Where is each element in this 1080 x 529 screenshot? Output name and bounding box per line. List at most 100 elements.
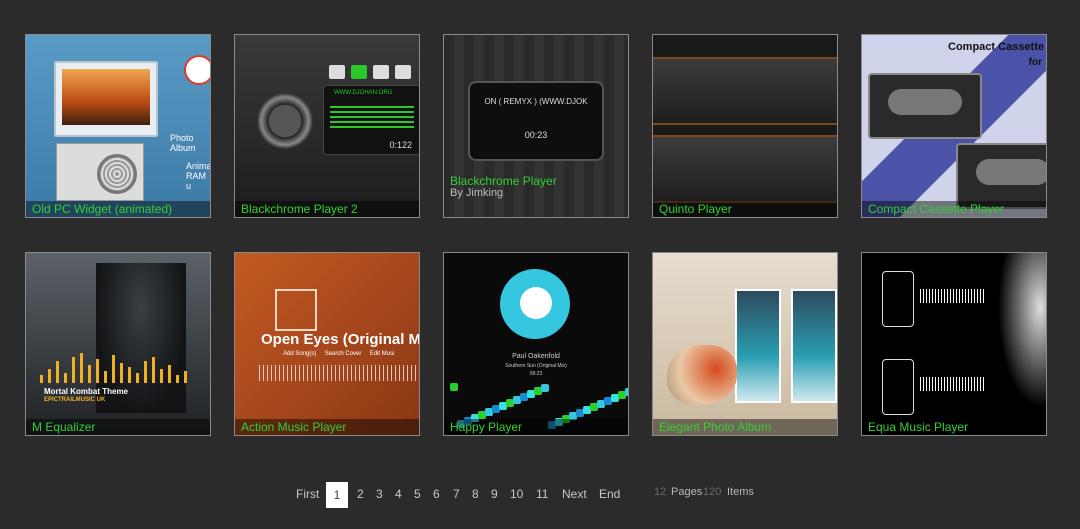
tile-heading: Compact Cassette <box>948 41 1044 53</box>
tile-label: Blackchrome Player 2 <box>235 201 419 217</box>
pagination: First 1 2 3 4 5 6 7 8 9 10 11 Next End 1… <box>0 482 1080 508</box>
player-controls <box>329 65 417 84</box>
cassette-image <box>868 73 982 139</box>
phone-icon <box>882 271 914 327</box>
page-count: 12 <box>654 486 667 498</box>
end-page-link[interactable]: End <box>599 487 620 501</box>
side-text: Animat <box>186 161 210 171</box>
player-display: ON ( REMYX ) (WWW.DJOK 00:23 <box>468 81 604 161</box>
tile-heading: for <box>1028 57 1042 68</box>
eye-icon <box>184 55 210 85</box>
tile-label: Equa Music Player <box>862 419 1046 435</box>
pages-label: Pages <box>671 486 703 498</box>
equalizer-bar <box>56 361 59 383</box>
next-page-link[interactable]: Next <box>562 487 587 501</box>
equalizer-bar <box>152 357 155 383</box>
action-links: Add Song(s) Search Cover Edit Musi <box>283 351 394 357</box>
tile-happy-player[interactable]: Paul Oakenfold Southern Sun (Original Mi… <box>443 252 629 436</box>
equalizer-bar <box>40 375 43 383</box>
equalizer-bar <box>168 365 171 383</box>
colour-dot <box>541 384 549 392</box>
add-song-link[interactable]: Add Song(s) <box>283 351 316 357</box>
equalizer-bar <box>128 367 131 383</box>
page-link-1[interactable]: 1 <box>326 482 348 508</box>
equalizer-bar <box>72 357 75 383</box>
equalizer-bar <box>184 371 187 383</box>
tile-label: Happy Player <box>444 419 628 435</box>
waveform <box>920 289 984 303</box>
time-readout: 0:122 <box>389 140 412 150</box>
equalizer-bar <box>80 353 83 383</box>
items-label: Items <box>727 486 754 498</box>
tile-blackchrome-player[interactable]: ON ( REMYX ) (WWW.DJOK 00:23 By Jimking … <box>443 34 629 218</box>
tile-label: Quinto Player <box>653 201 837 217</box>
first-page-link[interactable]: First <box>296 487 319 501</box>
bowtie-logo-icon <box>275 289 317 331</box>
phone-icon <box>882 359 914 415</box>
equalizer-bar <box>112 355 115 383</box>
tile-action-music-player[interactable]: Open Eyes (Original Mix) - T Add Song(s)… <box>234 252 420 436</box>
tile-compact-cassette-player[interactable]: Compact Cassette for Compact Cassette Pl… <box>861 34 1047 218</box>
tile-label: Compact Cassette Player <box>862 201 1046 217</box>
equalizer-bar <box>144 361 147 383</box>
page-link-11[interactable]: 11 <box>536 487 548 501</box>
page-link-4[interactable]: 4 <box>395 487 402 501</box>
track-time: 09:23 <box>529 371 543 377</box>
cassette-image <box>956 143 1046 209</box>
photo-panel <box>791 289 837 403</box>
waveform <box>259 365 419 381</box>
page-link-2[interactable]: 2 <box>357 487 364 501</box>
equalizer-bar <box>176 375 179 383</box>
speaker-knob <box>257 93 313 149</box>
equalizer-bar <box>96 359 99 383</box>
face-image <box>986 253 1046 435</box>
search-cover-link[interactable]: Search Cover <box>325 351 362 357</box>
page-link-8[interactable]: 8 <box>472 487 479 501</box>
seashell-image <box>667 345 737 405</box>
page-link-3[interactable]: 3 <box>376 487 383 501</box>
equalizer-bar <box>104 371 107 383</box>
side-text: RAM u <box>186 171 206 191</box>
photo-panel <box>735 289 781 403</box>
page-link-5[interactable]: 5 <box>414 487 421 501</box>
tile-elegant-photo-album[interactable]: Elegant Photo Album <box>652 252 838 436</box>
track-artist: EPICTRAILMUSIC UK <box>44 397 106 403</box>
edit-music-link[interactable]: Edit Musi <box>370 351 395 357</box>
page-link-10[interactable]: 10 <box>510 487 523 501</box>
display-text: ON ( REMYX ) (WWW.DJOK <box>484 97 588 106</box>
waveform <box>920 377 984 391</box>
equalizer-bar <box>64 373 67 383</box>
player-panel <box>653 135 837 203</box>
track-sub: Southern Sun (Original Mix) <box>505 363 567 369</box>
tile-equa-music-player[interactable]: Equa Music Player <box>861 252 1047 436</box>
item-count: 120 <box>703 486 722 498</box>
page-link-9[interactable]: 9 <box>491 487 498 501</box>
equalizer-bar <box>136 373 139 383</box>
tile-label: Action Music Player <box>235 419 419 435</box>
track-title: Mortal Kombat Theme <box>44 387 129 396</box>
track-title: Open Eyes (Original Mix) - T <box>261 331 420 348</box>
equalizer-bar <box>160 369 163 383</box>
equalizer-bar <box>120 363 123 383</box>
tile-label: Old PC Widget (animated) <box>26 201 210 217</box>
tile-label: Elegant Photo Album <box>653 419 837 435</box>
monitor-image <box>54 61 158 137</box>
side-text: Photo Album <box>170 133 196 153</box>
tile-blackchrome-player-2[interactable]: WWW.DJOHAN.ORG 0:122 Blackchrome Player … <box>234 34 420 218</box>
equalizer-bar <box>48 369 51 383</box>
player-display: WWW.DJOHAN.ORG 0:122 <box>323 85 419 155</box>
time-readout: 00:23 <box>524 130 548 140</box>
play-icon <box>520 287 552 319</box>
track-artist: Paul Oakenfold <box>512 353 560 360</box>
tile-label: M Equalizer <box>26 419 210 435</box>
pc-tower-image <box>56 143 144 201</box>
tile-quinto-player[interactable]: Quinto Player <box>652 34 838 218</box>
tile-m-equalizer[interactable]: Mortal Kombat Theme EPICTRAILMUSIC UK M … <box>25 252 211 436</box>
colour-dot <box>450 383 458 391</box>
colour-dot <box>625 388 628 396</box>
page-link-7[interactable]: 7 <box>453 487 460 501</box>
tile-old-pc-widget[interactable]: Photo Album Animat RAM u Old PC Widget (… <box>25 34 211 218</box>
page-link-6[interactable]: 6 <box>433 487 440 501</box>
tile-label: Blackchrome Player <box>450 174 557 188</box>
display-text: WWW.DJOHAN.ORG <box>334 90 393 96</box>
